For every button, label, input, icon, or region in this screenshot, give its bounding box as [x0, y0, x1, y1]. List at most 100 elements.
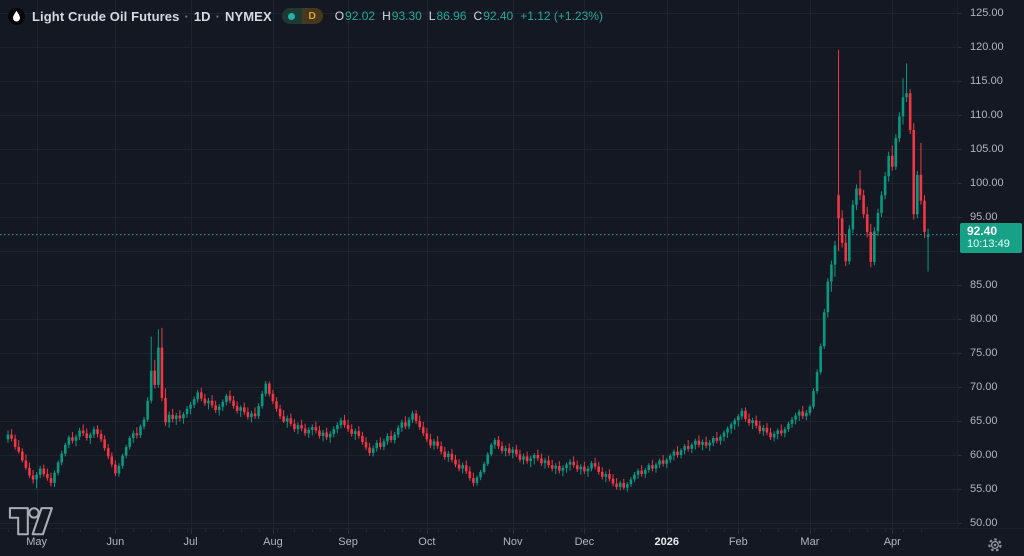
time-minor-tick [241, 529, 242, 532]
time-minor-tick [259, 529, 260, 532]
time-minor-tick [706, 529, 707, 532]
price-axis-label: 105.00 [970, 143, 1004, 156]
time-minor-tick [849, 529, 850, 532]
time-minor-tick [635, 529, 636, 532]
time-minor-tick [760, 529, 761, 532]
time-minor-tick [921, 529, 922, 532]
time-minor-tick [205, 529, 206, 532]
time-minor-tick [384, 529, 385, 532]
price-axis-label: 85.00 [970, 279, 998, 292]
time-tick [115, 529, 116, 534]
separator: · [184, 9, 188, 24]
time-minor-tick [814, 529, 815, 532]
time-tick [427, 529, 428, 534]
time-tick [738, 529, 739, 534]
time-minor-tick [670, 529, 671, 532]
price-axis-label: 120.00 [970, 41, 1004, 54]
price-tick [958, 183, 962, 184]
time-minor-tick [277, 529, 278, 532]
exchange-label[interactable]: NYMEX [225, 9, 272, 24]
time-minor-tick [456, 529, 457, 532]
time-minor-tick [151, 529, 152, 532]
time-axis[interactable]: MayJunJulAugSepOctNovDec2026FebMarApr [0, 528, 1024, 556]
close-value: 92.40 [483, 9, 513, 23]
price-axis[interactable]: 125.00120.00115.00110.00105.00100.0095.0… [957, 0, 1024, 528]
time-minor-tick [330, 529, 331, 532]
time-minor-tick [62, 529, 63, 532]
time-minor-tick [724, 529, 725, 532]
time-minor-tick [778, 529, 779, 532]
interval-toggle[interactable]: D [282, 8, 323, 24]
time-minor-tick [187, 529, 188, 532]
time-minor-tick [169, 529, 170, 532]
price-tick [958, 455, 962, 456]
open-label: O [335, 9, 344, 23]
settings-gear-icon[interactable] [986, 536, 1004, 554]
time-minor-tick [652, 529, 653, 532]
time-axis-label: Oct [405, 536, 449, 548]
price-axis-label: 60.00 [970, 449, 998, 462]
time-minor-tick [617, 529, 618, 532]
time-minor-tick [581, 529, 582, 532]
time-axis-label: Apr [870, 536, 914, 548]
time-minor-tick [223, 529, 224, 532]
price-axis-label: 95.00 [970, 211, 998, 224]
time-minor-tick [473, 529, 474, 532]
gridlines [0, 0, 957, 528]
time-axis-label: 2026 [645, 536, 689, 548]
ohlc-values: O92.02 H93.30 L86.96 C92.40 +1.12 (+1.23… [335, 9, 603, 23]
time-minor-tick [366, 529, 367, 532]
price-axis-label: 115.00 [970, 75, 1003, 88]
time-minor-tick [527, 529, 528, 532]
time-axis-label: May [15, 536, 59, 548]
time-tick [191, 529, 192, 534]
price-tick [958, 285, 962, 286]
price-axis-label: 70.00 [970, 381, 998, 394]
low-label: L [429, 9, 436, 23]
time-tick [892, 529, 893, 534]
price-axis-label: 80.00 [970, 313, 998, 326]
time-minor-tick [831, 529, 832, 532]
price-tick [958, 387, 962, 388]
price-tick [958, 319, 962, 320]
time-minor-tick [98, 529, 99, 532]
time-minor-tick [438, 529, 439, 532]
time-minor-tick [903, 529, 904, 532]
candlestick-chart[interactable] [0, 0, 957, 528]
chart-window: Light Crude Oil Futures · 1D · NYMEX D O… [0, 0, 1024, 556]
time-tick [584, 529, 585, 534]
price-axis-label: 75.00 [970, 347, 998, 360]
interval-label[interactable]: 1D [194, 9, 211, 24]
time-axis-label: Feb [716, 536, 760, 548]
time-axis-label: Aug [251, 536, 295, 548]
price-axis-label: 55.00 [970, 483, 998, 496]
price-tick [958, 489, 962, 490]
status-dot-icon [288, 13, 295, 20]
open-value: 92.02 [345, 9, 375, 23]
time-axis-label: Jun [93, 536, 137, 548]
low-value: 86.96 [436, 9, 466, 23]
time-minor-tick [796, 529, 797, 532]
price-tick [958, 115, 962, 116]
bar-countdown: 10:13:49 [967, 238, 1022, 251]
time-minor-tick [885, 529, 886, 532]
symbol-title[interactable]: Light Crude Oil Futures [32, 9, 179, 24]
price-tick [958, 149, 962, 150]
time-minor-tick [599, 529, 600, 532]
tradingview-logo[interactable] [8, 504, 60, 537]
time-axis-label: Jul [169, 536, 213, 548]
price-axis-label: 65.00 [970, 415, 998, 428]
time-minor-tick [80, 529, 81, 532]
price-tick [958, 421, 962, 422]
price-tick [958, 81, 962, 82]
time-minor-tick [545, 529, 546, 532]
time-minor-tick [688, 529, 689, 532]
chart-legend: Light Crude Oil Futures · 1D · NYMEX D O… [8, 6, 603, 26]
time-minor-tick [742, 529, 743, 532]
time-axis-label: Nov [491, 536, 535, 548]
high-value: 93.30 [392, 9, 422, 23]
time-axis-label: Sep [326, 536, 370, 548]
time-minor-tick [294, 529, 295, 532]
time-minor-tick [563, 529, 564, 532]
price-tick [958, 353, 962, 354]
